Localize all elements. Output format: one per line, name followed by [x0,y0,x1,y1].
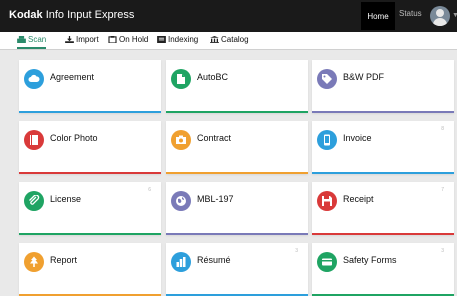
product-name: Info Input Express [45,9,135,21]
tile-report[interactable]: Report [19,243,161,296]
tab-label: Catalog [221,35,249,44]
floppy-icon [317,191,337,211]
tile-label: Invoice [343,133,372,143]
tile-accent-bar [19,233,161,235]
tile-label: Safety Forms [343,255,397,265]
tile-mbl-197[interactable]: MBL-197 [166,182,308,235]
tile-label: Agreement [50,72,95,82]
book-icon [24,130,44,150]
tab-on-hold[interactable]: On Hold [108,35,148,44]
tile-invoice[interactable]: Invoice 8 [312,121,454,174]
tab-import[interactable]: Import [65,35,99,44]
tile-resume[interactable]: Résumé 3 [166,243,308,296]
tile-label: AutoBC [197,72,229,82]
bar-chart-icon [171,252,191,272]
tile-accent-bar [312,233,454,235]
tile-count: 3 [295,248,298,254]
tile-receipt[interactable]: Receipt 7 [312,182,454,235]
chevron-down-icon[interactable]: ▼ [452,12,457,19]
tile-count: 6 [148,187,151,193]
tile-accent-bar [19,172,161,174]
tile-count: 8 [441,126,444,132]
indexing-icon [157,36,166,43]
tile-agreement[interactable]: Agreement [19,60,161,113]
on-hold-icon [108,36,117,43]
tile-label: Contract [197,133,232,143]
tile-label: Color Photo [50,133,98,143]
tile-accent-bar [166,233,308,235]
tab-label: Import [76,35,99,44]
user-avatar[interactable] [430,6,450,26]
tile-bw-pdf[interactable]: B&W PDF [312,60,454,113]
brand-name: Kodak [9,9,43,21]
import-icon [65,36,74,43]
tile-label: License [50,194,82,204]
tile-color-photo[interactable]: Color Photo [19,121,161,174]
tile-autobc[interactable]: AutoBC [166,60,308,113]
phone-icon [317,130,337,150]
camera-icon [171,130,191,150]
tile-label: MBL-197 [197,194,234,204]
nav-tabs: Scan Import On Hold Indexing Catalog [0,32,457,50]
tile-count: 3 [441,248,444,254]
tile-license[interactable]: License 6 [19,182,161,235]
tile-accent-bar [312,111,454,113]
catalog-icon [210,36,219,43]
card-icon [317,252,337,272]
tile-safety-forms[interactable]: Safety Forms 3 [312,243,454,296]
globe-icon [171,191,191,211]
status-button[interactable]: Status [399,9,422,18]
tab-label: Scan [28,35,47,44]
tile-label: Receipt [343,194,374,204]
tile-accent-bar [312,172,454,174]
document-icon [171,69,191,89]
tag-icon [317,69,337,89]
tile-label: Report [50,255,78,265]
paperclip-icon [24,191,44,211]
app-title: Kodak Info Input Express [9,9,134,21]
top-bar: Kodak Info Input Express Home Status ▼ [0,0,457,32]
tab-label: Indexing [168,35,199,44]
tab-catalog[interactable]: Catalog [210,35,249,44]
tile-count: 7 [441,187,444,193]
scan-icon [17,36,26,43]
tile-contract[interactable]: Contract [166,121,308,174]
tab-scan[interactable]: Scan [17,35,47,49]
tree-icon [24,252,44,272]
tile-label: B&W PDF [343,72,385,82]
tab-indexing[interactable]: Indexing [157,35,198,44]
tile-label: Résumé [197,255,231,265]
tile-accent-bar [166,111,308,113]
tile-accent-bar [166,172,308,174]
tab-label: On Hold [119,35,149,44]
cloud-icon [24,69,44,89]
tile-accent-bar [19,111,161,113]
home-button[interactable]: Home [361,2,395,30]
